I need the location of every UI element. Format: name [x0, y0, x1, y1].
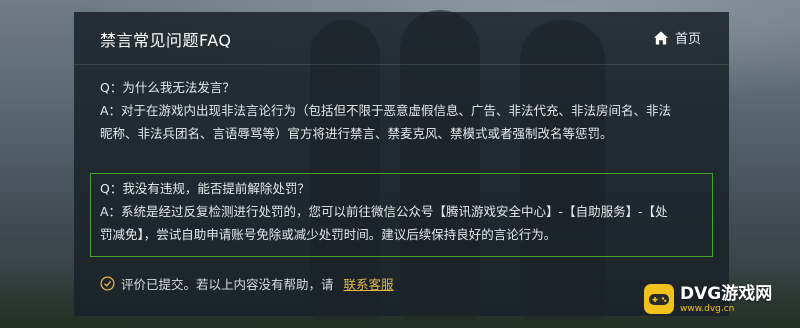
- faq-question: Q：我没有违规，能否提前解除处罚？: [100, 181, 310, 196]
- watermark-brand: DVG游戏网: [680, 283, 773, 304]
- feedback-footer: 评价已提交。若以上内容没有帮助，请 联系客服: [100, 274, 394, 293]
- page-title: 禁言常见问题FAQ: [100, 31, 232, 50]
- home-button[interactable]: 首页: [653, 28, 701, 47]
- faq-answer-line: A：对于在游戏内出现非法言论行为（包括但不限于恶意虚假信息、广告、非法代充、非法…: [100, 103, 672, 118]
- contact-support-link[interactable]: 联系客服: [344, 274, 394, 293]
- faq-question: Q：为什么我无法发言？: [100, 80, 235, 95]
- home-label: 首页: [674, 32, 701, 47]
- site-watermark: DVG游戏网 www.dvg.cn: [644, 278, 794, 320]
- faq-panel: 禁言常见问题FAQ 首页 Q：为什么我无法发言？ A：对于在游戏内出现非法言论行…: [74, 12, 729, 316]
- faq-answer-line: A：系统是经过反复检测进行处罚的，您可以前往微信公众号【腾讯游戏安全中心】-【自…: [100, 204, 668, 219]
- faq-item-highlighted: Q：我没有违规，能否提前解除处罚？ A：系统是经过反复检测进行处罚的，您可以前往…: [90, 173, 713, 257]
- feedback-text: 评价已提交。若以上内容没有帮助，请: [121, 277, 334, 292]
- gamepad-logo-icon: [644, 284, 674, 314]
- faq-item: Q：为什么我无法发言？ A：对于在游戏内出现非法言论行为（包括但不限于恶意虚假信…: [100, 76, 705, 145]
- faq-answer-line: 罚减免】，尝试自助申请账号免除或减少处罚时间。建议后续保持良好的言论行为。: [100, 227, 557, 242]
- faq-answer-line: 昵称、非法兵团名、言语辱骂等）官方将进行禁言、禁麦克风、禁模式或者强制改名等惩罚…: [100, 126, 613, 141]
- home-icon: [653, 31, 668, 44]
- panel-header: 禁言常见问题FAQ 首页: [74, 12, 729, 65]
- watermark-domain: www.dvg.cn: [680, 303, 735, 314]
- check-circle-icon: [100, 276, 115, 291]
